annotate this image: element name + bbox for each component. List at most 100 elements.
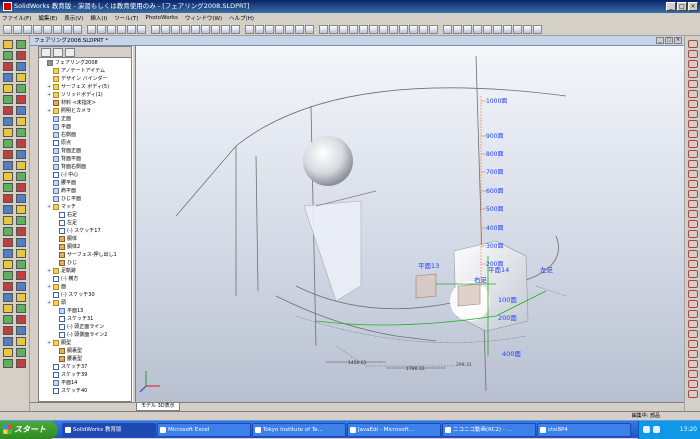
- toolbar-tool-icon[interactable]: [191, 24, 200, 34]
- menu-tools[interactable]: ツール(T): [114, 14, 138, 22]
- toolbar-tool-icon[interactable]: [151, 24, 160, 34]
- expand-toggle-icon[interactable]: +: [47, 91, 52, 99]
- toolbar-tool-icon[interactable]: [117, 24, 126, 34]
- toolbar-tool-icon[interactable]: [127, 24, 136, 34]
- feature-tree-item[interactable]: 右足: [53, 211, 77, 219]
- command-tool-icon[interactable]: [16, 282, 26, 291]
- sketch-tool-icon[interactable]: [688, 40, 698, 48]
- toolbar-tool-icon[interactable]: [265, 24, 274, 34]
- minimize-button[interactable]: _: [666, 2, 676, 11]
- toolbar-tool-icon[interactable]: [97, 24, 106, 34]
- sketch-tool-icon[interactable]: [688, 110, 698, 118]
- toolbar-tool-icon[interactable]: [43, 24, 52, 34]
- feature-tree-item[interactable]: スケッチ39: [47, 371, 87, 379]
- toolbar-tool-icon[interactable]: [171, 24, 180, 34]
- toolbar-tool-icon[interactable]: [533, 24, 542, 34]
- feature-tree-item[interactable]: スケッチ40: [47, 387, 87, 395]
- toolbar-tool-icon[interactable]: [419, 24, 428, 34]
- command-tool-icon[interactable]: [16, 304, 26, 313]
- command-tool-icon[interactable]: [16, 249, 26, 258]
- close-button[interactable]: ×: [688, 2, 698, 11]
- sketch-tool-icon[interactable]: [688, 50, 698, 58]
- toolbar-tool-icon[interactable]: [63, 24, 72, 34]
- menu-insert[interactable]: 挿入(I): [90, 14, 107, 22]
- toolbar-tool-icon[interactable]: [285, 24, 294, 34]
- feature-tree-item[interactable]: 胴体2: [53, 243, 80, 251]
- feature-tree-item[interactable]: + 胴型: [47, 339, 71, 347]
- sketch-tool-icon[interactable]: [688, 80, 698, 88]
- feature-tree-item[interactable]: + サーフェス ボディ(5): [47, 83, 109, 91]
- sketch-tool-icon[interactable]: [688, 180, 698, 188]
- toolbar-tool-icon[interactable]: [493, 24, 502, 34]
- command-tool-icon[interactable]: [3, 62, 13, 71]
- command-tool-icon[interactable]: [16, 293, 26, 302]
- feature-tree-item[interactable]: + マッチ: [47, 203, 76, 211]
- toolbar-tool-icon[interactable]: [201, 24, 210, 34]
- toolbar-tool-icon[interactable]: [3, 24, 12, 34]
- sketch-tool-icon[interactable]: [688, 240, 698, 248]
- command-tool-icon[interactable]: [3, 161, 13, 170]
- command-tool-icon[interactable]: [16, 216, 26, 225]
- command-tool-icon[interactable]: [16, 183, 26, 192]
- command-tool-icon[interactable]: [16, 62, 26, 71]
- toolbar-tool-icon[interactable]: [409, 24, 418, 34]
- command-tool-icon[interactable]: [3, 150, 13, 159]
- command-tool-icon[interactable]: [3, 172, 13, 181]
- sketch-tool-icon[interactable]: [688, 170, 698, 178]
- toolbar-tool-icon[interactable]: [369, 24, 378, 34]
- command-tool-icon[interactable]: [3, 326, 13, 335]
- feature-tree-item[interactable]: スケッチ37: [47, 363, 87, 371]
- feature-tree-item[interactable]: + 照明とカメラ: [47, 107, 91, 115]
- doc-close-button[interactable]: ×: [674, 37, 682, 44]
- toolbar-tool-icon[interactable]: [221, 24, 230, 34]
- command-tool-icon[interactable]: [3, 117, 13, 126]
- sketch-tool-icon[interactable]: [688, 150, 698, 158]
- toolbar-tool-icon[interactable]: [389, 24, 398, 34]
- tray-volume-icon[interactable]: [653, 426, 660, 433]
- sketch-tool-icon[interactable]: [688, 100, 698, 108]
- toolbar-tool-icon[interactable]: [23, 24, 32, 34]
- sketch-tool-icon[interactable]: [688, 390, 698, 398]
- feature-tree-item[interactable]: + 頭: [47, 299, 66, 307]
- model-tab[interactable]: モデル 3D表示: [136, 403, 180, 411]
- sketch-tool-icon[interactable]: [688, 370, 698, 378]
- command-tool-icon[interactable]: [3, 51, 13, 60]
- feature-tree-item[interactable]: 材料 <未指定>: [47, 99, 96, 107]
- sketch-tool-icon[interactable]: [688, 220, 698, 228]
- property-manager-tab-icon[interactable]: [53, 48, 63, 57]
- command-tool-icon[interactable]: [3, 73, 13, 82]
- sketch-tool-icon[interactable]: [688, 160, 698, 168]
- head-sphere[interactable]: [303, 136, 353, 186]
- menu-photoworks[interactable]: PhotoWorks: [145, 15, 177, 21]
- toolbar-tool-icon[interactable]: [503, 24, 512, 34]
- sketch-tool-icon[interactable]: [688, 320, 698, 328]
- command-tool-icon[interactable]: [16, 128, 26, 137]
- menu-window[interactable]: ウィンドウ(W): [185, 14, 222, 22]
- command-tool-icon[interactable]: [3, 304, 13, 313]
- menu-help[interactable]: ヘルプ(H): [229, 14, 254, 22]
- configuration-manager-tab-icon[interactable]: [65, 48, 75, 57]
- sketch-tool-icon[interactable]: [688, 290, 698, 298]
- menu-edit[interactable]: 編集(E): [38, 14, 57, 22]
- taskbar-task-button[interactable]: Tokyo Institute of Te...: [252, 423, 346, 437]
- sketch-tool-icon[interactable]: [688, 130, 698, 138]
- doc-restore-button[interactable]: □: [665, 37, 673, 44]
- feature-tree-item[interactable]: アノテートアイテム: [47, 67, 105, 75]
- feature-tree-item[interactable]: 胴裏型: [53, 347, 82, 355]
- toolbar-tool-icon[interactable]: [473, 24, 482, 34]
- feature-tree-item[interactable]: 胴体: [53, 235, 77, 243]
- sketch-tool-icon[interactable]: [688, 330, 698, 338]
- command-tool-icon[interactable]: [16, 315, 26, 324]
- toolbar-tool-icon[interactable]: [211, 24, 220, 34]
- command-tool-icon[interactable]: [3, 293, 13, 302]
- toolbar-tool-icon[interactable]: [349, 24, 358, 34]
- sketch-tool-icon[interactable]: [688, 300, 698, 308]
- expand-toggle-icon[interactable]: +: [47, 107, 52, 115]
- sketch-tool-icon[interactable]: [688, 260, 698, 268]
- sketch-tool-icon[interactable]: [688, 190, 698, 198]
- toolbar-tool-icon[interactable]: [483, 24, 492, 34]
- toolbar-tool-icon[interactable]: [399, 24, 408, 34]
- solidworks-app-icon[interactable]: [3, 2, 12, 11]
- toolbar-tool-icon[interactable]: [13, 24, 22, 34]
- feature-tree-item[interactable]: + 面: [47, 283, 66, 291]
